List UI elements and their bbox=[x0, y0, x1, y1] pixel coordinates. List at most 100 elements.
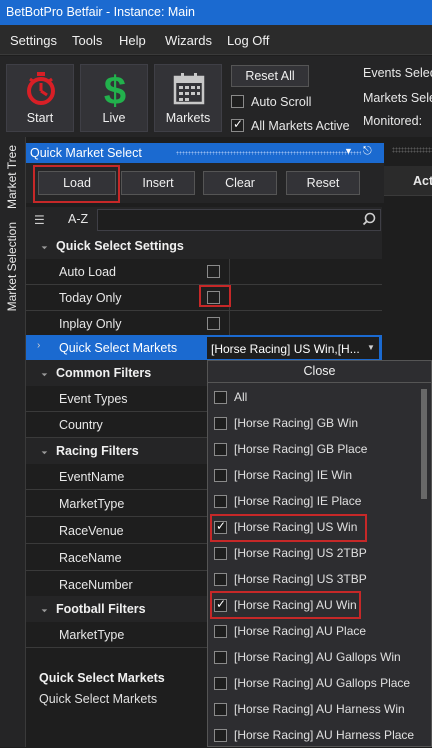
row-race-number[interactable]: RaceNumber bbox=[26, 572, 207, 598]
row-country[interactable]: Country bbox=[26, 412, 207, 438]
market-option-checkbox[interactable] bbox=[214, 469, 227, 482]
market-option-checkbox[interactable] bbox=[214, 729, 227, 742]
category-label: Quick Select Settings bbox=[56, 239, 184, 253]
toolbar: Start $ Live Markets Reset All Auto Scro… bbox=[0, 56, 432, 137]
row-event-types[interactable]: Event Types bbox=[26, 386, 207, 412]
category-common-filters[interactable]: Common Filters bbox=[26, 360, 207, 386]
start-button[interactable]: Start bbox=[6, 64, 74, 132]
menu-wizards[interactable]: Wizards bbox=[165, 33, 212, 48]
row-race-venue[interactable]: RaceVenue bbox=[26, 518, 207, 544]
grid-drag-handle[interactable] bbox=[392, 147, 432, 153]
description-text: Quick Select Markets bbox=[39, 692, 158, 706]
load-button[interactable]: Load bbox=[38, 171, 116, 195]
market-option-checkbox[interactable] bbox=[214, 703, 227, 716]
search-icon[interactable] bbox=[362, 212, 376, 226]
start-label: Start bbox=[26, 111, 54, 125]
market-option-label: [Horse Racing] AU Place bbox=[234, 624, 367, 638]
scrollbar-thumb[interactable] bbox=[421, 389, 427, 499]
market-option-checkbox[interactable] bbox=[214, 391, 227, 404]
all-markets-active-checkbox[interactable] bbox=[231, 117, 244, 132]
market-option[interactable]: All bbox=[208, 384, 413, 410]
insert-button[interactable]: Insert bbox=[121, 171, 195, 195]
menu-log-off[interactable]: Log Off bbox=[227, 33, 269, 48]
category-racing-filters[interactable]: Racing Filters bbox=[26, 438, 207, 464]
reset-all-button[interactable]: Reset All bbox=[231, 65, 309, 87]
row-auto-load[interactable]: Auto Load bbox=[26, 259, 382, 285]
market-option[interactable]: [Horse Racing] US Win bbox=[208, 514, 413, 540]
market-option-label: [Horse Racing] IE Place bbox=[234, 494, 362, 508]
property-label: RaceNumber bbox=[59, 578, 133, 592]
market-option[interactable]: [Horse Racing] AU Win bbox=[208, 592, 413, 618]
category-football-filters[interactable]: Football Filters bbox=[26, 596, 207, 622]
row-market-type[interactable]: MarketType bbox=[26, 491, 207, 517]
property-label: Auto Load bbox=[59, 265, 116, 279]
market-option[interactable]: [Horse Racing] AU Harness Place bbox=[208, 722, 414, 748]
stopwatch-icon bbox=[27, 72, 55, 105]
inplay-only-checkbox[interactable] bbox=[207, 317, 220, 330]
markets-button[interactable]: Markets bbox=[154, 64, 222, 132]
search-input[interactable] bbox=[97, 209, 381, 231]
pin-icon[interactable]: ⎋ bbox=[363, 145, 372, 158]
panel-button-row: Load Insert Clear Reset bbox=[26, 163, 384, 203]
market-option-checkbox[interactable] bbox=[214, 495, 227, 508]
market-option[interactable]: [Horse Racing] AU Gallops Place bbox=[208, 670, 413, 696]
clear-button[interactable]: Clear bbox=[203, 171, 277, 195]
market-option[interactable]: [Horse Racing] GB Win bbox=[208, 410, 413, 436]
grid-header-act: Act bbox=[413, 174, 432, 188]
menu-bar: Settings Tools Help Wizards Log Off bbox=[0, 25, 432, 55]
close-dropdown-button[interactable]: Close bbox=[208, 361, 431, 383]
market-option[interactable]: [Horse Racing] IE Place bbox=[208, 488, 413, 514]
market-option[interactable]: [Horse Racing] AU Harness Win bbox=[208, 696, 413, 722]
tab-market-selection[interactable]: Market Selection bbox=[5, 222, 19, 311]
market-option[interactable]: [Horse Racing] GB Place bbox=[208, 436, 413, 462]
menu-tools[interactable]: Tools bbox=[72, 33, 102, 48]
quick-select-markets-combo[interactable]: [Horse Racing] US Win,[H... ▼ bbox=[206, 336, 380, 360]
panel-menu-arrow-icon[interactable]: ▼ bbox=[344, 146, 353, 156]
row-event-name[interactable]: EventName bbox=[26, 464, 207, 490]
market-option-checkbox[interactable] bbox=[214, 597, 227, 612]
collapse-icon bbox=[38, 367, 48, 377]
row-race-name[interactable]: RaceName bbox=[26, 545, 207, 571]
scrollbar[interactable] bbox=[418, 385, 430, 746]
row-inplay-only[interactable]: Inplay Only bbox=[26, 311, 382, 337]
categorized-sort-icon[interactable]: ☰ bbox=[34, 213, 45, 227]
live-button[interactable]: $ Live bbox=[80, 64, 148, 132]
sort-az-button[interactable]: A-Z bbox=[68, 212, 88, 226]
market-option[interactable]: [Horse Racing] US 3TBP bbox=[208, 566, 413, 592]
market-option-checkbox[interactable] bbox=[214, 443, 227, 456]
category-quick-select-settings[interactable]: Quick Select Settings bbox=[26, 233, 382, 259]
tab-market-tree[interactable]: Market Tree bbox=[5, 145, 19, 209]
market-option-label: [Horse Racing] IE Win bbox=[234, 468, 353, 482]
market-option-checkbox[interactable] bbox=[214, 519, 227, 534]
reset-button[interactable]: Reset bbox=[286, 171, 360, 195]
panel-drag-handle[interactable] bbox=[176, 151, 361, 155]
chevron-down-icon[interactable]: ▼ bbox=[367, 343, 375, 352]
row-football-market-type[interactable]: MarketType bbox=[26, 622, 207, 648]
today-only-checkbox[interactable] bbox=[207, 291, 220, 304]
menu-settings[interactable]: Settings bbox=[10, 33, 57, 48]
auto-load-checkbox[interactable] bbox=[207, 265, 220, 278]
market-option-checkbox[interactable] bbox=[214, 625, 227, 638]
market-option[interactable]: [Horse Racing] IE Win bbox=[208, 462, 413, 488]
property-label: Today Only bbox=[59, 291, 122, 305]
combo-value: [Horse Racing] US Win,[H... bbox=[211, 342, 360, 356]
property-label: RaceVenue bbox=[59, 524, 124, 538]
markets-label: Markets bbox=[165, 111, 211, 125]
market-option[interactable]: [Horse Racing] AU Place bbox=[208, 618, 413, 644]
market-option[interactable]: [Horse Racing] US 2TBP bbox=[208, 540, 413, 566]
market-option-checkbox[interactable] bbox=[214, 417, 227, 430]
market-option-checkbox[interactable] bbox=[214, 651, 227, 664]
auto-scroll-checkbox[interactable] bbox=[231, 95, 244, 108]
market-option-label: All bbox=[234, 390, 248, 404]
property-label: Country bbox=[59, 418, 103, 432]
row-today-only[interactable]: Today Only bbox=[26, 285, 382, 311]
market-option-checkbox[interactable] bbox=[214, 547, 227, 560]
market-option[interactable]: [Horse Racing] AU Gallops Win bbox=[208, 644, 413, 670]
row-expand-icon[interactable]: › bbox=[37, 340, 40, 351]
grid-header: Act bbox=[384, 166, 432, 196]
market-option-checkbox[interactable] bbox=[214, 573, 227, 586]
dollar-icon: $ bbox=[104, 71, 126, 109]
menu-help[interactable]: Help bbox=[119, 33, 146, 48]
market-option-checkbox[interactable] bbox=[214, 677, 227, 690]
row-quick-select-markets[interactable]: › Quick Select Markets [Horse Racing] US… bbox=[26, 335, 382, 361]
